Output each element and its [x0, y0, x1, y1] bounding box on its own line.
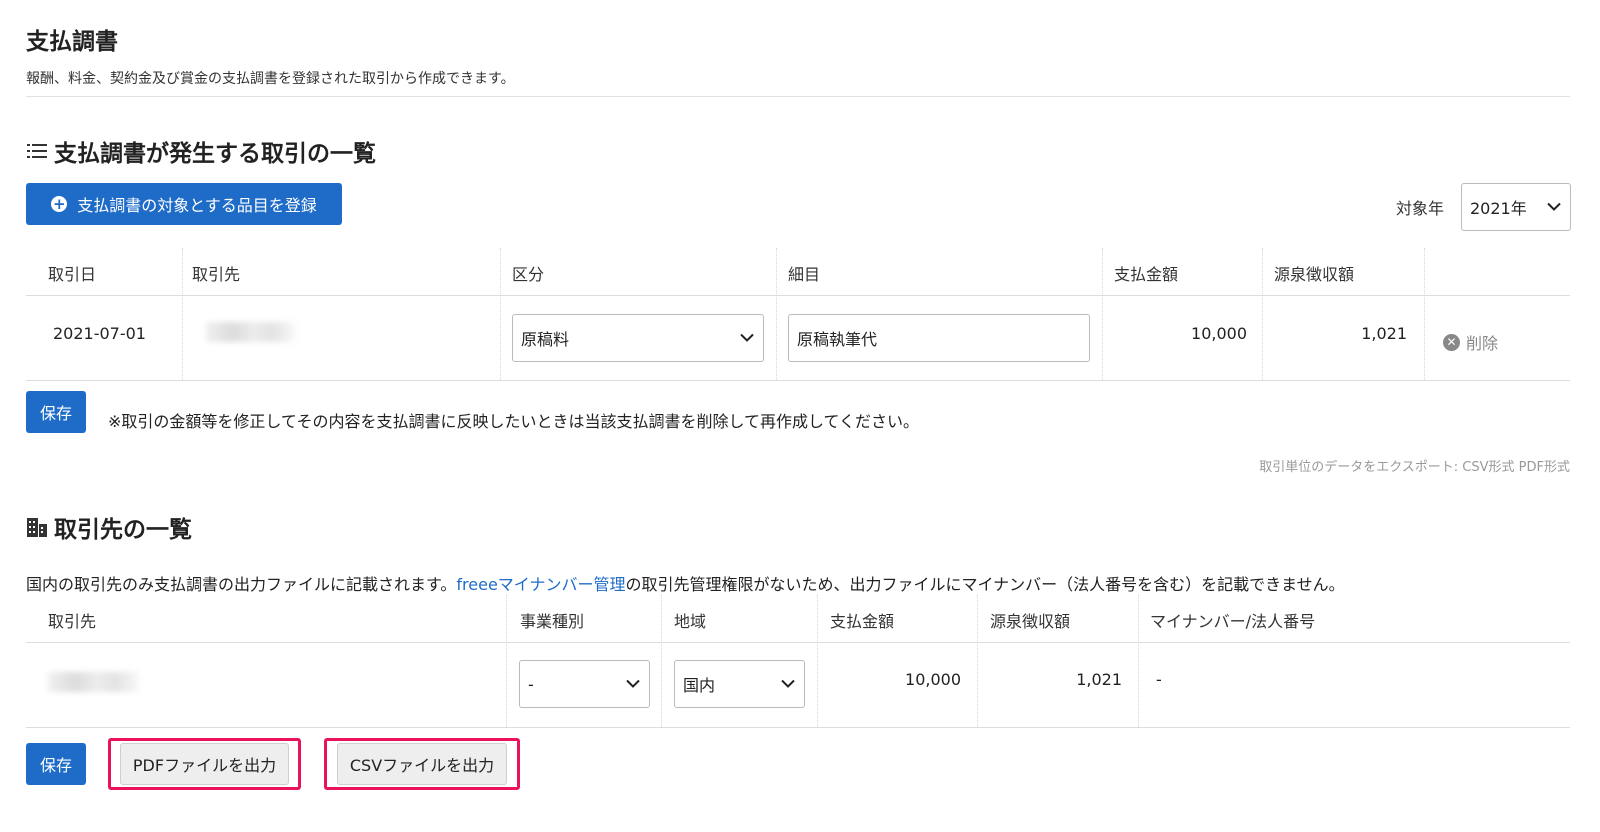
col-header-payment: 支払金額: [1114, 265, 1179, 284]
region-select-value: 国内: [683, 676, 716, 695]
col-header-my-number: マイナンバー/法人番号: [1150, 612, 1316, 631]
col-header-partner: 取引先: [48, 612, 97, 631]
close-circle-icon: ✕: [1443, 333, 1460, 351]
col-header-payment: 支払金額: [830, 612, 895, 631]
page-description: 報酬、料金、契約金及び賞金の支払調書を登録された取引から作成できます。: [26, 71, 515, 87]
col-header-withholding: 源泉徴収額: [1274, 265, 1355, 284]
business-type-select-value: -: [528, 674, 534, 694]
chevron-down-icon: [626, 679, 640, 688]
region-select[interactable]: 国内: [674, 660, 805, 708]
delete-button-label: 削除: [1466, 334, 1499, 353]
partner-row-payment: 10,000: [905, 670, 961, 689]
column-divider: [661, 595, 662, 727]
year-select[interactable]: 2021年: [1461, 183, 1571, 231]
category-select-value: 原稿料: [521, 330, 570, 349]
business-type-select[interactable]: -: [519, 660, 650, 708]
year-select-value: 2021年: [1470, 199, 1527, 218]
chevron-down-icon: [740, 333, 754, 342]
col-header-withholding: 源泉徴収額: [990, 612, 1071, 631]
delete-button[interactable]: ✕ 削除: [1443, 330, 1498, 354]
year-label: 対象年: [1396, 199, 1445, 218]
save-partners-button[interactable]: 保存: [26, 743, 86, 785]
column-divider: [1262, 248, 1263, 380]
building-icon: [26, 516, 48, 538]
column-divider: [977, 595, 978, 727]
page-title: 支払調書: [26, 29, 118, 55]
my-number-link[interactable]: freeeマイナンバー管理: [456, 575, 625, 594]
partners-info-text: 国内の取引先のみ支払調書の出力ファイルに記載されます。freeeマイナンバー管理…: [26, 571, 1345, 595]
col-header-region: 地域: [674, 612, 707, 631]
partners-info-before: 国内の取引先のみ支払調書の出力ファイルに記載されます。: [26, 575, 457, 594]
partners-section-title: 取引先の一覧: [26, 510, 192, 544]
row-date: 2021-07-01: [53, 324, 146, 343]
table-row-border: [26, 727, 1570, 728]
csv-export-button-highlight: CSVファイルを出力: [324, 738, 520, 790]
plus-circle-icon: +: [51, 194, 68, 213]
csv-export-button[interactable]: CSVファイルを出力: [336, 743, 508, 785]
column-divider: [1424, 248, 1425, 380]
detail-input[interactable]: 原稿執筆代: [788, 314, 1090, 362]
row-payment: 10,000: [1191, 324, 1247, 343]
pdf-export-button-highlight: PDFファイルを出力: [108, 738, 301, 790]
column-divider: [182, 248, 183, 380]
page: 支払調書 報酬、料金、契約金及び賞金の支払調書を登録された取引から作成できます。…: [0, 0, 1600, 832]
column-divider: [500, 248, 501, 380]
export-links[interactable]: 取引単位のデータをエクスポート: CSV形式 PDF形式: [1259, 456, 1570, 475]
register-item-button[interactable]: + 支払調書の対象とする品目を登録: [26, 183, 342, 225]
table-row-border: [26, 380, 1570, 381]
table-header-border: [26, 642, 1570, 643]
col-header-partner: 取引先: [192, 265, 241, 284]
partner-name-redacted: [206, 322, 294, 342]
table-header-border: [26, 295, 1570, 296]
partner-name-redacted: [48, 672, 138, 692]
col-header-category: 区分: [512, 265, 545, 284]
chevron-down-icon: [781, 679, 795, 688]
partner-row-withholding: 1,021: [1076, 670, 1122, 689]
column-divider: [776, 248, 777, 380]
chevron-down-icon: [1547, 202, 1561, 211]
partners-section-title-text: 取引先の一覧: [54, 517, 192, 543]
partners-info-after: の取引先管理権限がないため、出力ファイルにマイナンバー（法人番号を含む）を記載で…: [625, 575, 1345, 594]
column-divider: [1138, 595, 1139, 727]
transactions-section-title-text: 支払調書が発生する取引の一覧: [54, 141, 376, 167]
category-select[interactable]: 原稿料: [512, 314, 764, 362]
column-divider: [506, 595, 507, 727]
register-item-button-label: 支払調書の対象とする品目を登録: [77, 196, 317, 215]
list-icon: [26, 140, 48, 162]
col-header-detail: 細目: [788, 265, 821, 284]
transactions-section-title: 支払調書が発生する取引の一覧: [26, 134, 376, 168]
column-divider: [817, 595, 818, 727]
row-withholding: 1,021: [1361, 324, 1407, 343]
divider: [26, 96, 1570, 97]
pdf-export-button[interactable]: PDFファイルを出力: [119, 743, 290, 785]
edit-note: ※取引の金額等を修正してその内容を支払調書に反映したいときは当該支払調書を削除し…: [108, 412, 920, 431]
col-header-date: 取引日: [48, 265, 97, 284]
col-header-business-type: 事業種別: [520, 612, 585, 631]
partner-row-my-number: -: [1156, 670, 1162, 689]
column-divider: [1102, 248, 1103, 380]
save-transactions-button[interactable]: 保存: [26, 391, 86, 433]
